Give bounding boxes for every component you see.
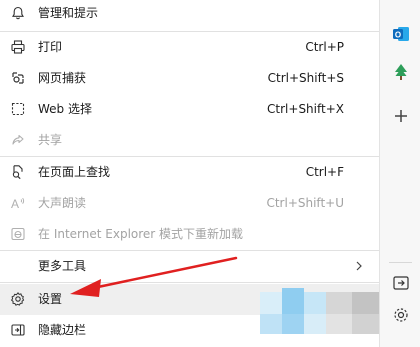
edge-sidebar: O xyxy=(379,0,420,347)
red-arrow xyxy=(70,256,238,297)
exit-sidebar-icon[interactable] xyxy=(391,273,411,293)
svg-text:O: O xyxy=(395,31,401,40)
outlook-icon[interactable]: O xyxy=(391,24,411,44)
tree-icon[interactable] xyxy=(391,62,411,82)
plus-icon[interactable] xyxy=(391,106,411,126)
settings-icon[interactable] xyxy=(391,305,411,325)
sidebar-divider xyxy=(389,262,412,263)
